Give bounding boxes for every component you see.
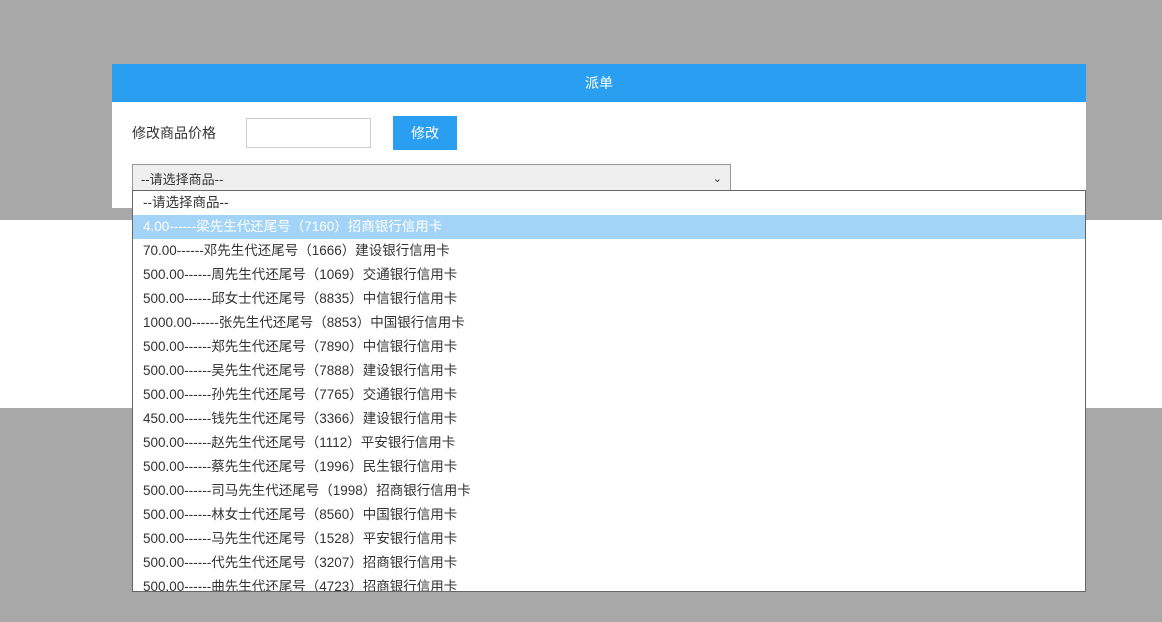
product-select-value: --请选择商品--: [141, 169, 713, 188]
dropdown-item[interactable]: 500.00------邱女士代还尾号（8835）中信银行信用卡: [133, 287, 1085, 311]
dropdown-placeholder[interactable]: --请选择商品--: [133, 191, 1085, 215]
modify-button[interactable]: 修改: [393, 116, 457, 150]
dropdown-item[interactable]: 500.00------林女士代还尾号（8560）中国银行信用卡: [133, 503, 1085, 527]
dropdown-item[interactable]: 450.00------钱先生代还尾号（3366）建设银行信用卡: [133, 407, 1085, 431]
dropdown-item[interactable]: 500.00------司马先生代还尾号（1998）招商银行信用卡: [133, 479, 1085, 503]
dropdown-item[interactable]: 500.00------蔡先生代还尾号（1996）民生银行信用卡: [133, 455, 1085, 479]
dropdown-item[interactable]: 500.00------曲先生代还尾号（4723）招商银行信用卡: [133, 575, 1085, 592]
panel-title: 派单: [112, 64, 1086, 102]
price-label: 修改商品价格: [132, 123, 216, 143]
dropdown-item[interactable]: 500.00------代先生代还尾号（3207）招商银行信用卡: [133, 551, 1085, 575]
price-form-row: 修改商品价格 修改: [112, 102, 1086, 164]
dropdown-item[interactable]: 70.00------邓先生代还尾号（1666）建设银行信用卡: [133, 239, 1085, 263]
dropdown-item[interactable]: 500.00------孙先生代还尾号（7765）交通银行信用卡: [133, 383, 1085, 407]
dropdown-item[interactable]: 500.00------赵先生代还尾号（1112）平安银行信用卡: [133, 431, 1085, 455]
dropdown-item[interactable]: 1000.00------张先生代还尾号（8853）中国银行信用卡: [133, 311, 1085, 335]
dropdown-item[interactable]: 4.00------梁先生代还尾号（7160）招商银行信用卡: [133, 215, 1085, 239]
product-dropdown[interactable]: --请选择商品-- 4.00------梁先生代还尾号（7160）招商银行信用卡…: [132, 190, 1086, 592]
chevron-down-icon: ⌄: [713, 172, 722, 185]
dropdown-item[interactable]: 500.00------郑先生代还尾号（7890）中信银行信用卡: [133, 335, 1085, 359]
dropdown-item[interactable]: 500.00------马先生代还尾号（1528）平安银行信用卡: [133, 527, 1085, 551]
dispatch-panel: 派单 修改商品价格 修改 --请选择商品-- ⌄: [112, 64, 1086, 208]
price-input[interactable]: [246, 118, 371, 148]
product-select[interactable]: --请选择商品-- ⌄: [132, 164, 731, 192]
dropdown-item[interactable]: 500.00------周先生代还尾号（1069）交通银行信用卡: [133, 263, 1085, 287]
dropdown-item[interactable]: 500.00------吴先生代还尾号（7888）建设银行信用卡: [133, 359, 1085, 383]
